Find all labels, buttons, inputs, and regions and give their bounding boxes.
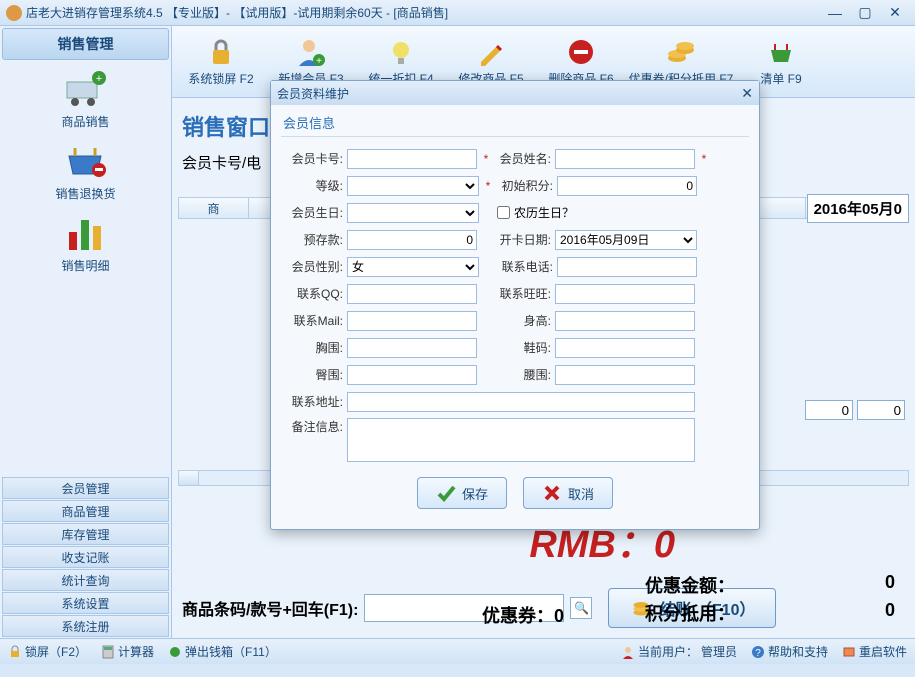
label-phone: 联系电话:	[497, 258, 553, 275]
input-chest[interactable]	[347, 338, 477, 358]
member-edit-dialog: 会员资料维护 ✕ 会员信息 会员卡号: * 会员姓名: * 等级: * 初始积分…	[270, 80, 760, 530]
input-mail[interactable]	[347, 311, 477, 331]
label-shoe: 鞋码:	[495, 339, 551, 356]
label-height: 身高:	[495, 312, 551, 329]
label-chest: 胸围:	[283, 339, 343, 356]
input-shoe[interactable]	[555, 338, 695, 358]
input-init-points[interactable]	[557, 176, 697, 196]
select-open-date[interactable]: 2016年05月09日	[555, 230, 697, 250]
checkbox-lunar[interactable]	[497, 206, 510, 219]
dialog-title: 会员资料维护	[277, 85, 349, 102]
select-gender[interactable]: 女	[347, 257, 479, 277]
label-name: 会员姓名:	[495, 150, 551, 167]
label-level: 等级:	[283, 177, 343, 194]
input-card-no[interactable]	[347, 149, 477, 169]
label-gender: 会员性别:	[283, 258, 343, 275]
select-level[interactable]	[347, 176, 479, 196]
input-phone[interactable]	[557, 257, 697, 277]
label-wangwang: 联系旺旺:	[495, 285, 551, 302]
cancel-button[interactable]: 取消	[523, 477, 613, 509]
label-birthday: 会员生日:	[283, 204, 343, 221]
save-button[interactable]: 保存	[417, 477, 507, 509]
check-icon	[436, 483, 456, 503]
input-name[interactable]	[555, 149, 695, 169]
label-waist: 腰围:	[495, 366, 551, 383]
input-hip[interactable]	[347, 365, 477, 385]
label-open-date: 开卡日期:	[495, 231, 551, 248]
label-deposit: 预存款:	[283, 231, 343, 248]
input-deposit[interactable]	[347, 230, 477, 250]
input-remark[interactable]	[347, 418, 695, 462]
modal-overlay: 会员资料维护 ✕ 会员信息 会员卡号: * 会员姓名: * 等级: * 初始积分…	[0, 0, 915, 677]
label-init-points: 初始积分:	[497, 177, 553, 194]
label-address: 联系地址:	[283, 393, 343, 410]
label-mail: 联系Mail:	[283, 312, 343, 329]
label-card-no: 会员卡号:	[283, 150, 343, 167]
label-lunar: 农历生日？	[514, 204, 574, 221]
input-height[interactable]	[555, 311, 695, 331]
label-remark: 备注信息:	[283, 418, 343, 435]
dialog-section-label: 会员信息	[271, 105, 759, 136]
label-hip: 臀围:	[283, 366, 343, 383]
dialog-close-button[interactable]: ✕	[741, 85, 753, 102]
input-qq[interactable]	[347, 284, 477, 304]
input-address[interactable]	[347, 392, 695, 412]
label-qq: 联系QQ:	[283, 285, 343, 302]
input-wangwang[interactable]	[555, 284, 695, 304]
x-icon	[542, 483, 562, 503]
input-waist[interactable]	[555, 365, 695, 385]
select-birthday[interactable]	[347, 203, 479, 223]
